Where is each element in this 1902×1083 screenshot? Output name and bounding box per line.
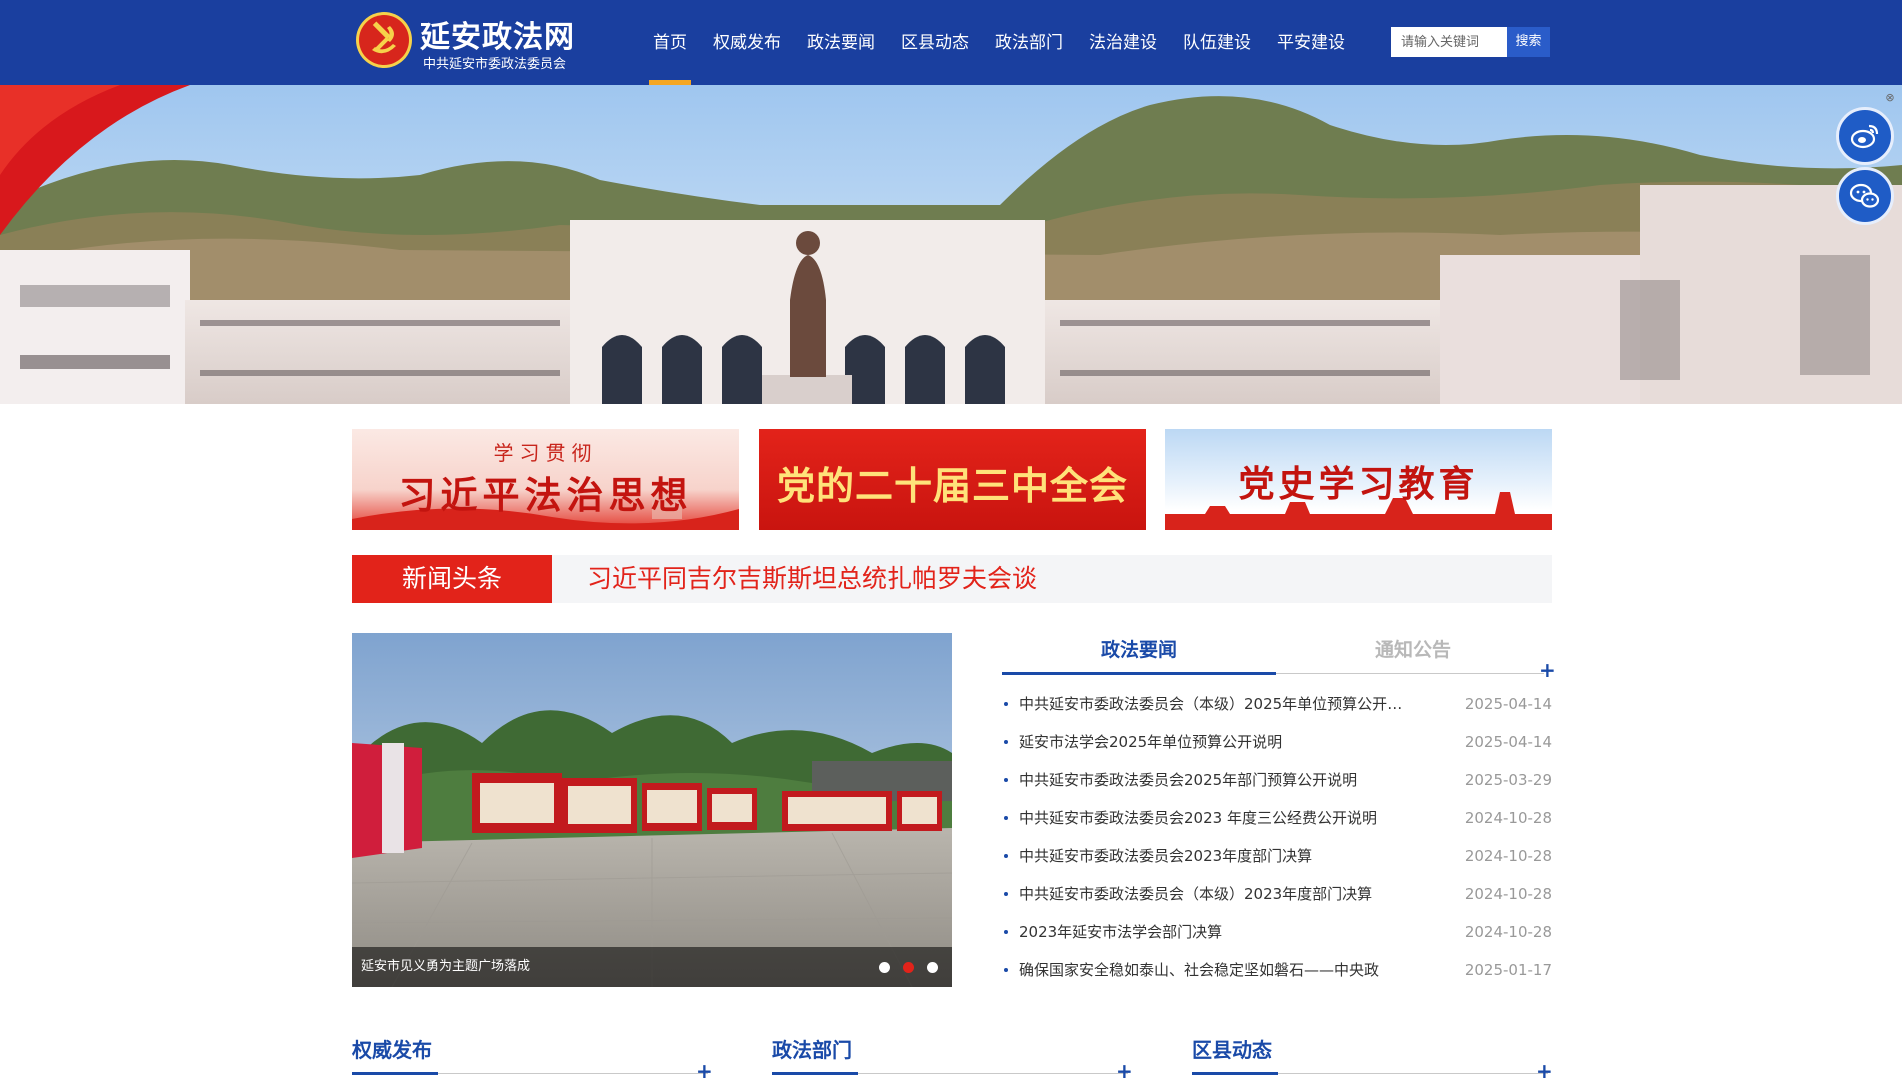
section-departments: 政法部门 +: [772, 1035, 1133, 1081]
weibo-icon: [1850, 124, 1879, 149]
search-button[interactable]: 搜索: [1507, 27, 1550, 57]
section-underline: [1192, 1072, 1278, 1075]
news-item[interactable]: 中共延安市委政法委员会2023年度部门决算 2024-10-28: [1002, 837, 1552, 875]
news-item[interactable]: 中共延安市委政法委员会（本级）2025年单位预算公开说明 2025-04-14: [1002, 685, 1552, 723]
news-date: 2024-10-28: [1464, 809, 1552, 827]
news-title[interactable]: 2023年延安市法学会部门决算: [1019, 913, 1414, 951]
wechat-icon: [1849, 183, 1880, 208]
nav-team-building[interactable]: 队伍建设: [1170, 0, 1264, 85]
news-title[interactable]: 中共延安市委政法委员会（本级）2023年度部门决算: [1019, 875, 1414, 913]
slider-dot-active[interactable]: [903, 962, 914, 973]
headline-tag: 新闻头条: [352, 555, 552, 603]
news-item[interactable]: 中共延安市委政法委员会（本级）2023年度部门决算 2024-10-28: [1002, 875, 1552, 913]
section-title[interactable]: 区县动态: [1192, 1035, 1272, 1065]
news-title[interactable]: 中共延安市委政法委员会（本级）2025年单位预算公开说明: [1019, 685, 1414, 723]
slide-image: [352, 633, 952, 987]
nav-home[interactable]: 首页: [640, 0, 700, 85]
weibo-button[interactable]: [1836, 107, 1894, 165]
search-input[interactable]: [1391, 27, 1507, 57]
bullet-icon: [1004, 892, 1008, 896]
more-plus-icon[interactable]: +: [1536, 1061, 1553, 1081]
search-box: 搜索: [1391, 27, 1550, 57]
bullet-icon: [1004, 930, 1008, 934]
news-title[interactable]: 中共延安市委政法委员会2025年部门预算公开说明: [1019, 761, 1414, 799]
news-item[interactable]: 中共延安市委政法委员会2025年部门预算公开说明 2025-03-29: [1002, 761, 1552, 799]
logo-subtitle: 中共延安市委政法委员会: [423, 57, 567, 72]
topic-title: 习近平法治思想: [398, 473, 693, 517]
bullet-icon: [1004, 740, 1008, 744]
topic-party-history-education[interactable]: 党史学习教育: [1165, 429, 1552, 530]
nav-authority-release[interactable]: 权威发布: [700, 0, 794, 85]
tab-announcements[interactable]: 通知公告: [1276, 633, 1550, 675]
news-date: 2024-10-28: [1464, 847, 1552, 865]
section-district-news: 区县动态 +: [1192, 1035, 1553, 1081]
wechat-button[interactable]: [1836, 167, 1894, 225]
more-plus-icon[interactable]: +: [696, 1061, 713, 1081]
news-date: 2025-01-17: [1464, 961, 1552, 979]
active-tab-indicator: [1002, 672, 1276, 675]
news-title[interactable]: 中共延安市委政法委员会2023年度部门决算: [1019, 837, 1414, 875]
news-item[interactable]: 确保国家安全稳如泰山、社会稳定坚如磐石——中央政 2025-01-17: [1002, 951, 1552, 989]
news-item[interactable]: 延安市法学会2025年单位预算公开说明 2025-04-14: [1002, 723, 1552, 761]
bullet-icon: [1004, 816, 1008, 820]
topic-kicker: 学习贯彻: [493, 441, 598, 465]
main-nav: 首页 权威发布 政法要闻 区县动态 政法部门 法治建设 队伍建设 平安建设: [640, 0, 1358, 85]
news-date: 2024-10-28: [1464, 923, 1552, 941]
party-emblem-icon: [356, 12, 412, 68]
topic-title: 党的二十届三中全会: [776, 464, 1128, 508]
bullet-icon: [1004, 778, 1008, 782]
news-tabs: 政法要闻 通知公告 +: [1002, 633, 1556, 680]
site-header: 延安政法网 中共延安市委政法委员会 首页 权威发布 政法要闻 区县动态 政法部门…: [0, 0, 1902, 85]
section-title[interactable]: 权威发布: [352, 1035, 432, 1065]
news-panel: 政法要闻 通知公告 + 中共延安市委政法委员会（本级）2025年单位预算公开说明…: [1002, 633, 1556, 993]
close-icon[interactable]: ⊗: [1884, 92, 1896, 104]
headline-link[interactable]: 习近平同吉尔吉斯斯坦总统扎帕罗夫会谈: [587, 555, 1037, 603]
news-date: 2025-04-14: [1464, 695, 1552, 713]
yanan-memorial-hall-image: [0, 85, 1902, 404]
news-title[interactable]: 中共延安市委政法委员会2023 年度三公经费公开说明: [1019, 799, 1414, 837]
slider-caption: 延安市见义勇为主题广场落成: [361, 959, 531, 974]
nav-district-news[interactable]: 区县动态: [888, 0, 982, 85]
photo-slider[interactable]: 延安市见义勇为主题广场落成: [352, 633, 952, 987]
news-item[interactable]: 中共延安市委政法委员会2023 年度三公经费公开说明 2024-10-28: [1002, 799, 1552, 837]
logo-title: 延安政法网: [420, 20, 575, 55]
tab-politics-law-news[interactable]: 政法要闻: [1002, 633, 1276, 675]
news-title[interactable]: 延安市法学会2025年单位预算公开说明: [1019, 723, 1414, 761]
section-underline: [352, 1072, 438, 1075]
more-plus-icon[interactable]: +: [1116, 1061, 1133, 1081]
news-list: 中共延安市委政法委员会（本级）2025年单位预算公开说明 2025-04-14 延…: [1002, 685, 1552, 989]
nav-politics-law-news[interactable]: 政法要闻: [794, 0, 888, 85]
slider-dot[interactable]: [927, 962, 938, 973]
nav-safety-building[interactable]: 平安建设: [1264, 0, 1358, 85]
site-logo[interactable]: 延安政法网 中共延安市委政法委员会: [354, 8, 574, 72]
hero-banner: [0, 85, 1902, 404]
news-item[interactable]: 2023年延安市法学会部门决算 2024-10-28: [1002, 913, 1552, 951]
news-date: 2024-10-28: [1464, 885, 1552, 903]
section-title[interactable]: 政法部门: [772, 1035, 852, 1065]
slider-dot[interactable]: [879, 962, 890, 973]
topic-rule-of-law-thought[interactable]: 学习贯彻 习近平法治思想: [352, 429, 739, 530]
news-title[interactable]: 确保国家安全稳如泰山、社会稳定坚如磐石——中央政: [1019, 951, 1414, 989]
section-authority-release: 权威发布 +: [352, 1035, 713, 1081]
slider-caption-bar: 延安市见义勇为主题广场落成: [352, 947, 952, 987]
topic-banners: 学习贯彻 习近平法治思想 党的二十届三中全会 党史学习教育: [352, 429, 1552, 530]
nav-rule-of-law[interactable]: 法治建设: [1076, 0, 1170, 85]
topic-third-plenary-session[interactable]: 党的二十届三中全会: [759, 429, 1146, 530]
bullet-icon: [1004, 968, 1008, 972]
news-date: 2025-03-29: [1464, 771, 1552, 789]
nav-departments[interactable]: 政法部门: [982, 0, 1076, 85]
more-plus-icon[interactable]: +: [1539, 660, 1556, 680]
topic-title: 党史学习教育: [1238, 463, 1479, 505]
news-date: 2025-04-14: [1464, 733, 1552, 751]
bullet-icon: [1004, 702, 1008, 706]
bullet-icon: [1004, 854, 1008, 858]
section-underline: [772, 1072, 858, 1075]
headline-bar: 新闻头条 习近平同吉尔吉斯斯坦总统扎帕罗夫会谈: [352, 555, 1552, 603]
